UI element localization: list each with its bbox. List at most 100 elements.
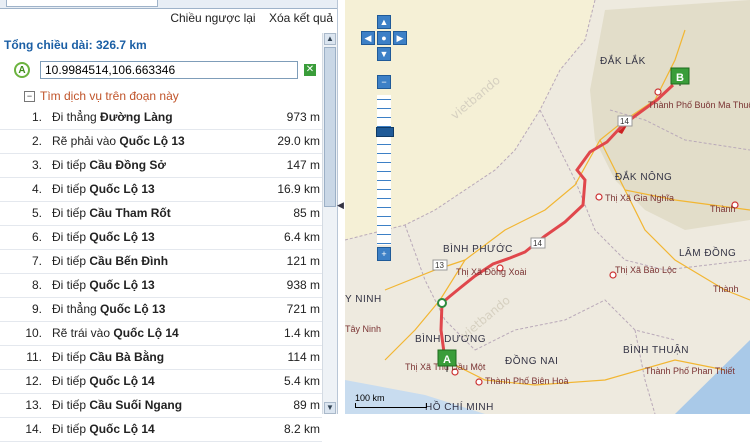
step-text: Đi thẳng Quốc Lộ 13	[52, 302, 165, 316]
direction-step[interactable]: 7. Đi tiếp Cầu Bến Đình 121 m	[0, 250, 322, 274]
direction-step[interactable]: 5. Đi tiếp Cầu Tham Rốt 85 m	[0, 202, 322, 226]
map-view[interactable]: 14 14 13 ĐẮK LẮK ĐẮK NÔNG BÌNH PHƯỚC LÂM…	[345, 0, 750, 414]
zoom-out-icon[interactable]: −	[377, 75, 391, 89]
step-distance: 5.4 km	[283, 374, 320, 388]
step-distance: 89 m	[293, 398, 320, 412]
step-number: 1.	[31, 110, 42, 124]
direction-step[interactable]: 12. Đi tiếp Quốc Lộ 14 5.4 km	[0, 370, 322, 394]
direction-step[interactable]: 8. Đi tiếp Quốc Lộ 13 938 m	[0, 274, 322, 298]
step-distance: 121 m	[286, 254, 320, 268]
map-canvas[interactable]: 14 14 13 ĐẮK LẮK ĐẮK NÔNG BÌNH PHƯỚC LÂM…	[345, 0, 750, 414]
svg-text:A: A	[443, 354, 451, 366]
svg-text:13: 13	[435, 261, 444, 270]
collapse-icon[interactable]: −	[24, 91, 35, 102]
zoom-in-icon[interactable]: +	[377, 247, 391, 261]
direction-step[interactable]: 9. Đi thẳng Quốc Lộ 13 721 m	[0, 298, 322, 322]
step-road: Quốc Lộ 13	[100, 302, 166, 316]
step-text: Đi thẳng Đường Làng	[52, 110, 173, 124]
pan-left-icon[interactable]: ◀	[361, 31, 375, 45]
direction-step[interactable]: 10. Rẽ trái vào Quốc Lộ 14 1.4 km	[0, 322, 322, 346]
step-distance: 147 m	[286, 158, 320, 172]
province-label: Y NINH	[345, 294, 382, 305]
step-action: Đi thẳng	[52, 302, 97, 316]
panel-tabbar	[0, 0, 337, 9]
step-road: Quốc Lộ 14	[89, 374, 155, 388]
direction-step[interactable]: 13. Đi tiếp Cầu Suối Ngang 89 m	[0, 394, 322, 418]
direction-step[interactable]: 3. Đi tiếp Cầu Đồng Sở 147 m	[0, 154, 322, 178]
step-distance: 114 m	[287, 350, 320, 364]
direction-step[interactable]: 11. Đi tiếp Cầu Bà Bằng 114 m	[0, 346, 322, 370]
end-marker-b[interactable]: B	[670, 67, 690, 86]
direction-step[interactable]: 2. Rẽ phải vào Quốc Lộ 13 29.0 km	[0, 130, 322, 154]
active-tab[interactable]	[6, 0, 158, 7]
step-action: Đi tiếp	[52, 278, 87, 292]
pan-down-icon[interactable]: ▼	[377, 47, 391, 61]
step-road: Cầu Tham Rốt	[89, 206, 171, 220]
province-label: ĐẮK NÔNG	[615, 170, 672, 183]
direction-step[interactable]: 4. Đi tiếp Quốc Lộ 13 16.9 km	[0, 178, 322, 202]
step-action: Rẽ trái vào	[52, 326, 111, 340]
city-label: Thành Phố Biên Hoà	[485, 376, 569, 386]
city-label: Thị Xã Gia Nghĩa	[605, 193, 674, 203]
zoom-slider[interactable]	[376, 95, 394, 245]
step-action: Đi tiếp	[52, 422, 87, 436]
step-action: Đi tiếp	[52, 182, 87, 196]
step-text: Đi tiếp Cầu Bến Đình	[52, 254, 168, 268]
step-text: Đi tiếp Quốc Lộ 14	[52, 374, 155, 388]
step-distance: 1.4 km	[283, 326, 320, 340]
clear-address-icon[interactable]: ✕	[304, 64, 316, 76]
step-distance: 85 m	[293, 206, 320, 220]
scroll-thumb[interactable]	[324, 47, 336, 207]
start-pin-icon: A	[14, 62, 30, 78]
step-text: Đi tiếp Cầu Tham Rốt	[52, 206, 171, 220]
zoom-slider-thumb[interactable]	[376, 127, 394, 137]
step-road: Quốc Lộ 14	[113, 326, 179, 340]
step-number: 5.	[31, 206, 42, 220]
step-distance: 8.2 km	[283, 422, 320, 436]
step-distance: 6.4 km	[283, 230, 320, 244]
city-label: Thành Phố Buôn Ma Thuột	[648, 100, 750, 110]
direction-step[interactable]: 1. Đi thẳng Đường Làng 973 m	[0, 106, 322, 130]
route-start-dot	[437, 298, 447, 308]
step-distance: 29.0 km	[277, 134, 320, 148]
steps-scrollbar[interactable]: ▲ ▼	[322, 33, 337, 414]
scroll-down-icon[interactable]: ▼	[324, 402, 336, 414]
province-label: HỒ CHÍ MINH	[425, 400, 494, 413]
city-label: Thị Xã Bảo Lộc	[615, 265, 677, 275]
step-action: Đi tiếp	[52, 350, 87, 364]
step-road: Cầu Đồng Sở	[89, 158, 166, 172]
step-road: Cầu Bến Đình	[89, 254, 169, 268]
clear-result-link[interactable]: Xóa kết quả	[269, 11, 333, 25]
province-label: BÌNH PHƯỚC	[443, 242, 513, 255]
total-distance: Tổng chiều dài: 326.7 km	[4, 38, 147, 52]
step-text: Đi tiếp Quốc Lộ 14	[52, 422, 155, 436]
step-number: 11.	[26, 350, 42, 364]
pan-right-icon[interactable]: ▶	[393, 31, 407, 45]
step-action: Đi tiếp	[52, 230, 87, 244]
find-services-label: Tìm dịch vụ trên đoạn này	[40, 89, 179, 103]
collapse-panel-icon[interactable]: ◀	[337, 200, 345, 216]
province-label: ĐỒNG NAI	[505, 354, 558, 367]
direction-steps-list: 1. Đi thẳng Đường Làng 973 m 2. Rẽ phải vào …	[0, 106, 322, 442]
direction-step[interactable]: 6. Đi tiếp Quốc Lộ 13 6.4 km	[0, 226, 322, 250]
road-shield-14a: 14	[617, 115, 633, 127]
pan-center-icon[interactable]: ●	[377, 31, 391, 45]
step-number: 6.	[31, 230, 42, 244]
scroll-up-icon[interactable]: ▲	[324, 33, 336, 45]
step-action: Đi tiếp	[52, 158, 87, 172]
direction-step[interactable]: 14. Đi tiếp Quốc Lộ 14 8.2 km	[0, 418, 322, 442]
step-road: Quốc Lộ 13	[89, 182, 155, 196]
reverse-direction-link[interactable]: Chiều ngược lại	[170, 11, 255, 25]
step-action: Đi tiếp	[52, 206, 87, 220]
pan-up-icon[interactable]: ▲	[377, 15, 391, 29]
step-action: Đi tiếp	[52, 398, 87, 412]
svg-text:B: B	[676, 72, 684, 84]
step-road: Quốc Lộ 13	[119, 134, 185, 148]
start-address-input[interactable]	[40, 61, 298, 79]
city-label: Thị Xã Đồng Xoài	[456, 267, 527, 277]
step-number: 2.	[31, 134, 42, 148]
find-services-toggle[interactable]: − Tìm dịch vụ trên đoạn này	[24, 89, 179, 103]
step-text: Đi tiếp Quốc Lộ 13	[52, 182, 155, 196]
step-text: Đi tiếp Quốc Lộ 13	[52, 230, 155, 244]
panel-actions: Chiều ngược lại Xóa kết quả	[160, 11, 333, 25]
